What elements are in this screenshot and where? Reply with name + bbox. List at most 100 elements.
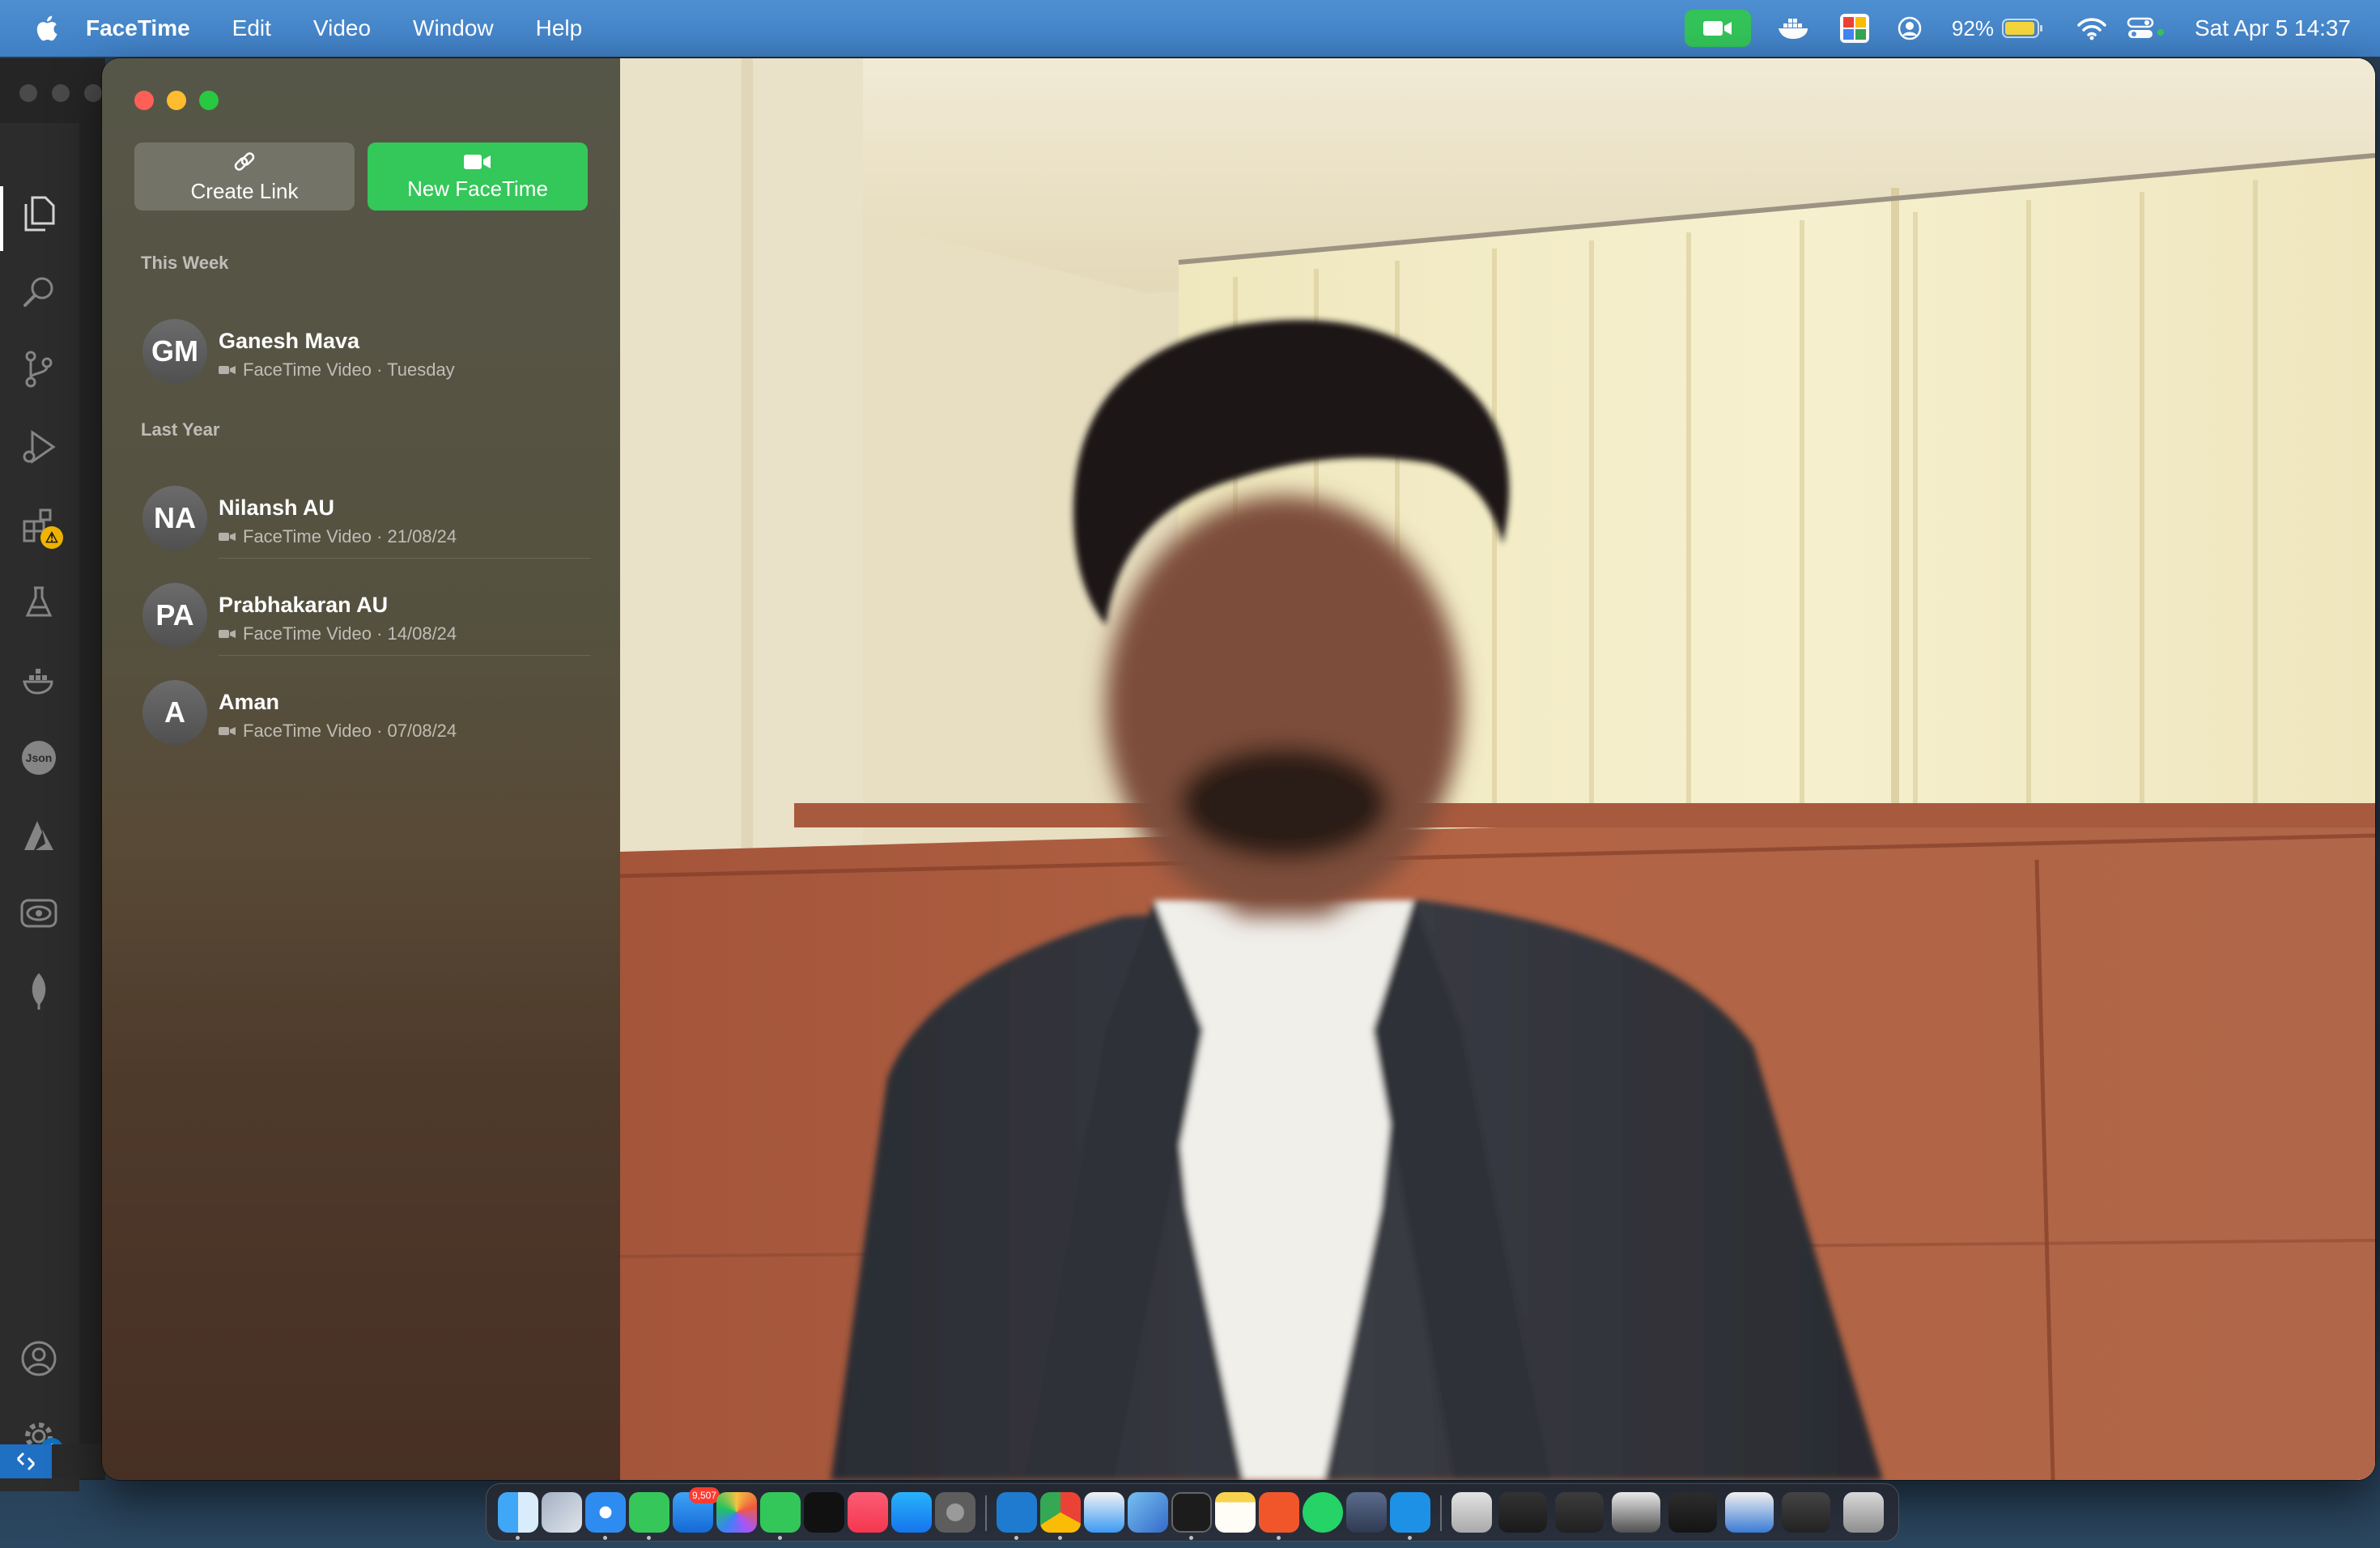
menu-help[interactable]: Help xyxy=(536,15,583,41)
dock-docker-icon[interactable] xyxy=(1390,1492,1430,1533)
dock-running-indicator xyxy=(603,1536,607,1540)
chrome-icon[interactable] xyxy=(1838,12,1871,45)
svg-text:Json: Json xyxy=(26,751,53,764)
recent-call-row[interactable]: NA Nilansh AU FaceTime Video · 21/08/24 xyxy=(141,468,591,559)
create-link-label: Create Link xyxy=(190,178,299,203)
dock-safari-icon[interactable] xyxy=(585,1492,626,1533)
dock-minimized-window[interactable] xyxy=(1725,1492,1774,1533)
call-contact-name: Ganesh Mava xyxy=(219,329,360,353)
dock-minimized-window[interactable] xyxy=(1498,1492,1547,1533)
dock-minimized-window[interactable] xyxy=(1668,1492,1717,1533)
camera-preview xyxy=(620,58,2375,1480)
call-meta-text: FaceTime Video · 21/08/24 xyxy=(243,526,457,546)
dock-messages-icon[interactable] xyxy=(629,1492,669,1533)
dock-screen-sharing-icon[interactable] xyxy=(1346,1492,1387,1533)
dock-running-indicator xyxy=(1277,1536,1281,1540)
vscode-window-background: ⚠ Json 1 xyxy=(0,58,105,1491)
dock-app-store-icon[interactable] xyxy=(891,1492,932,1533)
dock-trash-icon[interactable] xyxy=(1843,1492,1884,1533)
json-icon[interactable]: Json xyxy=(16,735,62,780)
new-facetime-button[interactable]: New FaceTime xyxy=(368,142,588,211)
dock-maps-pin-icon[interactable] xyxy=(1084,1492,1124,1533)
create-link-button[interactable]: Create Link xyxy=(134,142,355,211)
battery-icon[interactable] xyxy=(2001,18,2044,39)
call-meta: FaceTime Video · 21/08/24 xyxy=(219,526,457,547)
search-icon[interactable] xyxy=(16,269,62,314)
dock-terminal-icon[interactable] xyxy=(1171,1492,1212,1533)
dock-minimized-window[interactable] xyxy=(1555,1492,1604,1533)
vscode-traffic-lights xyxy=(19,84,102,102)
dock-running-indicator xyxy=(1189,1536,1193,1540)
user-circle-icon[interactable] xyxy=(1897,15,1923,41)
wifi-icon[interactable] xyxy=(2076,16,2107,40)
call-contact-name: Nilansh AU xyxy=(219,495,335,520)
dock-chrome-icon[interactable] xyxy=(1040,1492,1081,1533)
minimize-window-button[interactable] xyxy=(167,91,186,110)
docker-icon[interactable] xyxy=(16,657,62,703)
source-control-icon[interactable] xyxy=(16,347,62,392)
dock-finder-icon[interactable] xyxy=(498,1492,538,1533)
dock-notes-icon[interactable] xyxy=(1215,1492,1256,1533)
dock-running-indicator xyxy=(516,1536,520,1540)
apple-logo-icon[interactable] xyxy=(34,15,58,42)
video-call-icon xyxy=(219,727,236,735)
azure-icon[interactable] xyxy=(16,813,62,858)
menu-app-name[interactable]: FaceTime xyxy=(86,15,190,41)
dock-brave-icon[interactable] xyxy=(1259,1492,1299,1533)
dock-system-settings-icon[interactable] xyxy=(935,1492,975,1533)
run-debug-icon[interactable] xyxy=(16,424,62,470)
dock-minimized-window[interactable] xyxy=(1782,1492,1830,1533)
dock-music-icon[interactable] xyxy=(848,1492,888,1533)
vscode-close-button[interactable] xyxy=(19,84,37,102)
menu-video[interactable]: Video xyxy=(313,15,371,41)
control-center-icon[interactable] xyxy=(2127,16,2165,40)
recent-call-row[interactable]: A Aman FaceTime Video · 07/08/24 xyxy=(141,662,591,753)
dock-facetime-icon[interactable] xyxy=(760,1492,801,1533)
avatar: PA xyxy=(142,583,207,648)
mongodb-icon[interactable] xyxy=(16,968,62,1014)
explorer-icon[interactable] xyxy=(16,191,62,236)
video-call-icon xyxy=(219,366,236,374)
dock-running-indicator xyxy=(1058,1536,1062,1540)
extensions-icon[interactable]: ⚠ xyxy=(16,502,63,549)
dock-vscode-icon[interactable] xyxy=(997,1492,1037,1533)
menu-window[interactable]: Window xyxy=(413,15,494,41)
activity-active-indicator xyxy=(0,186,3,251)
docker-icon[interactable] xyxy=(1777,15,1813,41)
dock-launchpad-icon[interactable] xyxy=(542,1492,582,1533)
vscode-zoom-button[interactable] xyxy=(84,84,102,102)
remote-indicator-icon[interactable] xyxy=(0,1444,52,1478)
vscode-activity-bar: ⚠ Json 1 xyxy=(0,123,79,1491)
mail-unread-badge: 9,507 xyxy=(688,1487,720,1503)
dock: 9,507 xyxy=(486,1483,1899,1542)
close-window-button[interactable] xyxy=(134,91,154,110)
testing-icon[interactable] xyxy=(16,580,62,625)
dock-running-indicator xyxy=(1014,1536,1018,1540)
call-meta: FaceTime Video · 14/08/24 xyxy=(219,623,457,644)
recent-call-row[interactable]: PA Prabhakaran AU FaceTime Video · 14/08… xyxy=(141,565,591,656)
zoom-window-button[interactable] xyxy=(199,91,219,110)
call-meta-text: FaceTime Video · 07/08/24 xyxy=(243,721,457,741)
eye-icon[interactable] xyxy=(16,891,62,936)
dock-apple-tv-icon[interactable] xyxy=(804,1492,844,1533)
vscode-minimize-button[interactable] xyxy=(52,84,70,102)
facetime-camera-icon[interactable] xyxy=(1684,10,1751,47)
menu-edit[interactable]: Edit xyxy=(232,15,271,41)
call-meta: FaceTime Video · 07/08/24 xyxy=(219,721,457,742)
dock-downloads-folder-icon[interactable] xyxy=(1451,1492,1492,1533)
dock-photos-icon[interactable] xyxy=(716,1492,757,1533)
accounts-icon[interactable] xyxy=(16,1336,62,1381)
menu-clock[interactable]: Sat Apr 5 14:37 xyxy=(2195,15,2351,41)
call-meta: FaceTime Video · Tuesday xyxy=(219,359,455,381)
section-title-this-week: This Week xyxy=(141,253,229,273)
dock-mail-icon[interactable]: 9,507 xyxy=(673,1487,720,1533)
dock-whatsapp-icon[interactable] xyxy=(1303,1492,1343,1533)
call-contact-name: Aman xyxy=(219,690,280,714)
video-camera-icon xyxy=(464,154,491,169)
window-traffic-lights xyxy=(134,91,219,110)
recent-call-row[interactable]: GM Ganesh Mava FaceTime Video · Tuesday xyxy=(141,301,591,392)
facetime-window: Create Link New FaceTime This Week GM Ga… xyxy=(102,58,2375,1480)
avatar: A xyxy=(142,680,207,745)
dock-minimized-window[interactable] xyxy=(1612,1492,1660,1533)
dock-preview-icon[interactable] xyxy=(1128,1492,1168,1533)
